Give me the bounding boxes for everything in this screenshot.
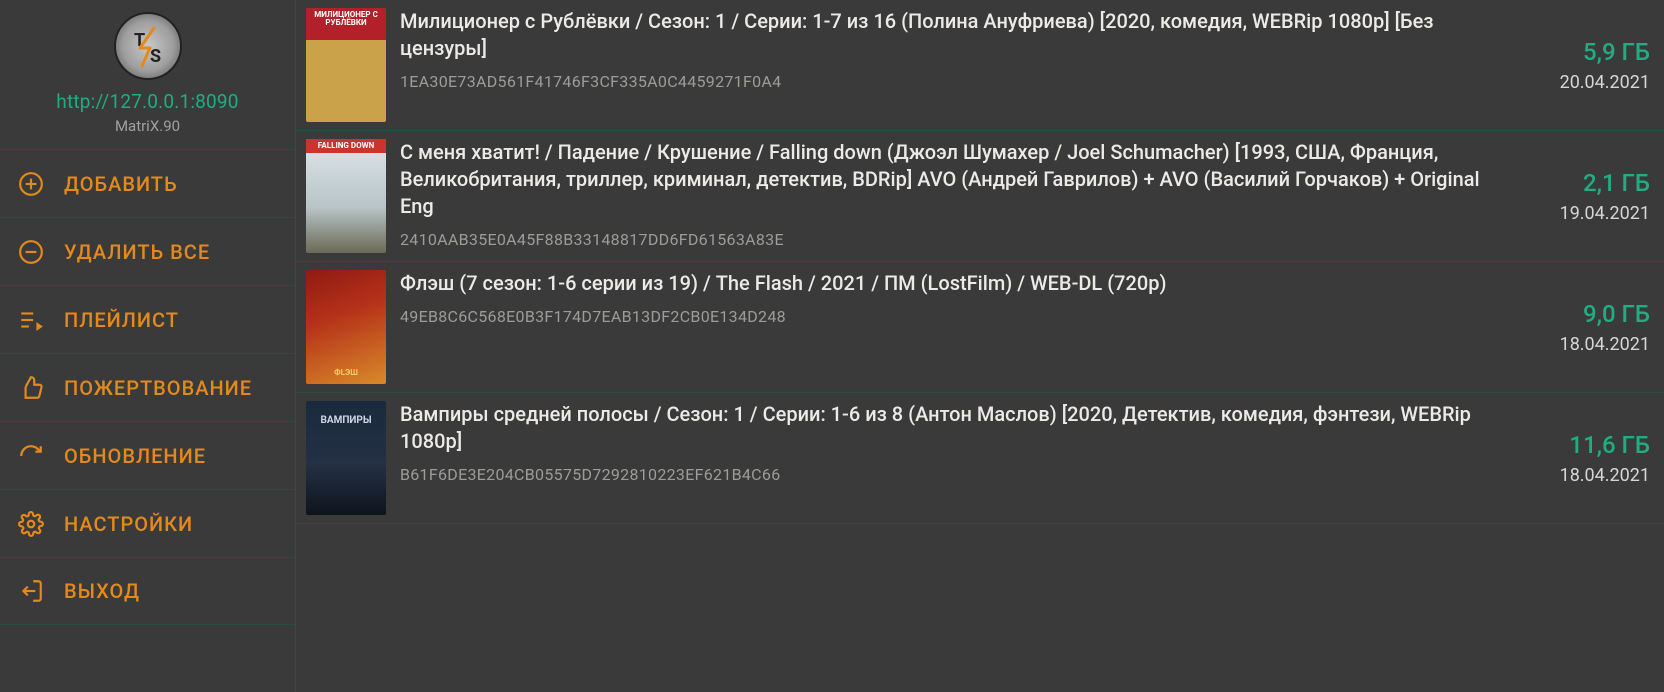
torrent-title: Вампиры средней полосы / Сезон: 1 / Сери…: [400, 401, 1516, 455]
torrent-date: 18.04.2021: [1560, 334, 1650, 355]
sidebar: T S http://127.0.0.1:8090 MatriX.90 ДОБА…: [0, 0, 296, 692]
thumbs-up-icon: [18, 375, 44, 401]
server-url[interactable]: http://127.0.0.1:8090: [56, 90, 238, 113]
gear-icon: [18, 511, 44, 537]
torrent-hash: 1EA30E73AD561F41746F3CF335A0C4459271F0A4: [400, 72, 1516, 91]
server-version: MatriX.90: [115, 117, 180, 135]
minus-circle-icon: [18, 239, 44, 265]
poster-thumbnail: ФLЭШ: [306, 270, 386, 384]
sidebar-item-label: ДОБАВИТЬ: [64, 172, 178, 196]
logo-block: T S http://127.0.0.1:8090 MatriX.90: [0, 8, 295, 149]
torrent-date: 19.04.2021: [1560, 203, 1650, 224]
refresh-icon: [18, 443, 44, 469]
sidebar-item-exit[interactable]: ВЫХОД: [0, 557, 295, 625]
torrent-list: МИЛИЦИОНЕР С РУБЛЁВКИ Милиционер с Рублё…: [296, 0, 1664, 692]
sidebar-item-label: ПЛЕЙЛИСТ: [64, 308, 179, 332]
plus-circle-icon: [18, 171, 44, 197]
poster-thumbnail: ВАМПИРЫ: [306, 401, 386, 515]
sidebar-item-refresh[interactable]: ОБНОВЛЕНИЕ: [0, 421, 295, 489]
list-item[interactable]: FALLING DOWN С меня хватит! / Падение / …: [296, 131, 1664, 262]
poster-title-overlay: FALLING DOWN: [306, 139, 386, 153]
sidebar-item-remove-all[interactable]: УДАЛИТЬ ВСЕ: [0, 217, 295, 285]
poster-thumbnail: МИЛИЦИОНЕР С РУБЛЁВКИ: [306, 8, 386, 122]
torrent-date: 20.04.2021: [1560, 72, 1650, 93]
sidebar-item-settings[interactable]: НАСТРОЙКИ: [0, 489, 295, 557]
sidebar-item-label: НАСТРОЙКИ: [64, 512, 193, 536]
poster-title-overlay: ВАМПИРЫ: [306, 413, 386, 429]
torrent-hash: 49EB8C6C568E0B3F174D7EAB13DF2CB0E134D248: [400, 307, 1516, 326]
poster-thumbnail: FALLING DOWN: [306, 139, 386, 253]
poster-title-overlay: МИЛИЦИОНЕР С РУБЛЁВКИ: [306, 8, 386, 30]
torrent-size: 11,6 ГБ: [1569, 431, 1650, 459]
sidebar-item-label: ПОЖЕРТВОВАНИЕ: [64, 376, 252, 400]
torrent-size: 5,9 ГБ: [1583, 38, 1650, 66]
sidebar-item-label: ВЫХОД: [64, 579, 140, 603]
list-item[interactable]: ВАМПИРЫ Вампиры средней полосы / Сезон: …: [296, 393, 1664, 524]
sidebar-item-label: ОБНОВЛЕНИЕ: [64, 444, 206, 468]
app-root: T S http://127.0.0.1:8090 MatriX.90 ДОБА…: [0, 0, 1664, 692]
sidebar-menu: ДОБАВИТЬ УДАЛИТЬ ВСЕ ПЛЕЙЛИСТ ПОЖЕРТВОВА…: [0, 149, 295, 625]
list-item-body: Милиционер с Рублёвки / Сезон: 1 / Серии…: [400, 8, 1516, 122]
torrent-title: С меня хватит! / Падение / Крушение / Fa…: [400, 139, 1516, 220]
list-item[interactable]: МИЛИЦИОНЕР С РУБЛЁВКИ Милиционер с Рублё…: [296, 0, 1664, 131]
sidebar-item-playlist[interactable]: ПЛЕЙЛИСТ: [0, 285, 295, 353]
app-logo-icon: T S: [114, 12, 182, 80]
list-item-meta: 9,0 ГБ 18.04.2021: [1530, 270, 1650, 384]
list-item-body: Вампиры средней полосы / Сезон: 1 / Сери…: [400, 401, 1516, 515]
list-item-body: Флэш (7 сезон: 1-6 серии из 19) / The Fl…: [400, 270, 1516, 384]
list-item[interactable]: ФLЭШ Флэш (7 сезон: 1-6 серии из 19) / T…: [296, 262, 1664, 393]
list-item-meta: 5,9 ГБ 20.04.2021: [1530, 8, 1650, 122]
torrent-size: 9,0 ГБ: [1583, 300, 1650, 328]
torrent-title: Флэш (7 сезон: 1-6 серии из 19) / The Fl…: [400, 270, 1516, 297]
torrent-hash: 2410AAB35E0A45F88B33148817DD6FD61563A83E: [400, 230, 1516, 249]
torrent-hash: B61F6DE3E204CB05575D7292810223EF621B4C66: [400, 465, 1516, 484]
list-item-body: С меня хватит! / Падение / Крушение / Fa…: [400, 139, 1516, 253]
exit-icon: [18, 578, 44, 604]
playlist-icon: [18, 307, 44, 333]
poster-title-overlay: ФLЭШ: [306, 366, 386, 380]
torrent-date: 18.04.2021: [1560, 465, 1650, 486]
sidebar-item-label: УДАЛИТЬ ВСЕ: [64, 240, 210, 264]
sidebar-item-add[interactable]: ДОБАВИТЬ: [0, 149, 295, 217]
torrent-title: Милиционер с Рублёвки / Сезон: 1 / Серии…: [400, 8, 1516, 62]
list-item-meta: 11,6 ГБ 18.04.2021: [1530, 401, 1650, 515]
sidebar-item-donate[interactable]: ПОЖЕРТВОВАНИЕ: [0, 353, 295, 421]
svg-text:S: S: [150, 46, 161, 67]
torrent-size: 2,1 ГБ: [1583, 169, 1650, 197]
list-item-meta: 2,1 ГБ 19.04.2021: [1530, 139, 1650, 253]
